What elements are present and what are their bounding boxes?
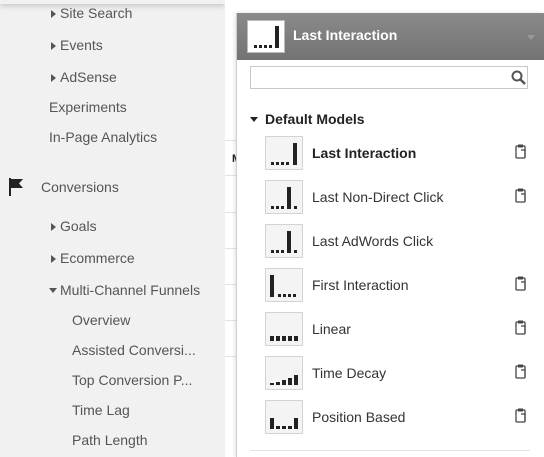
last-interaction-icon [265,136,303,170]
sidebar-item-label: Multi-Channel Funnels [60,282,201,298]
model-item-position-based[interactable]: Position Based [265,400,533,438]
chevron-right-icon [51,74,56,82]
model-label: Last Interaction [312,145,417,161]
model-item-time-decay[interactable]: Time Decay [265,356,533,394]
sidebar-item-label: In-Page Analytics [49,129,158,145]
copy-icon[interactable] [515,320,527,335]
model-label: Last Non-Direct Click [312,189,444,205]
model-label: Time Decay [312,365,387,381]
sidebar-item-label: Path Length [72,432,148,448]
copy-icon[interactable] [515,188,527,203]
first-interaction-icon [265,268,303,302]
sidebar-item-label: Goals [60,218,97,234]
model-item-last-adwords-click[interactable]: Last AdWords Click [265,224,533,262]
default-models-group[interactable]: Default Models [250,111,365,127]
divider [250,450,530,451]
model-label: Position Based [312,409,406,425]
model-label: First Interaction [312,277,409,293]
model-item-first-interaction[interactable]: First Interaction [265,268,533,306]
selected-model-title: Last Interaction [293,27,398,43]
sidebar-item-label: Overview [72,312,131,328]
model-item-last-interaction[interactable]: Last Interaction [265,136,533,174]
chevron-down-icon [49,288,57,293]
model-search-input[interactable] [250,66,528,89]
chevron-right-icon [51,10,56,18]
sidebar-item-label: Site Search [60,5,133,21]
sidebar-nav: Site Search Events AdSense Experiments I… [0,0,225,457]
time-decay-icon [265,356,303,390]
copy-icon[interactable] [515,144,527,159]
model-item-linear[interactable]: Linear [265,312,533,350]
sidebar-item-label: Experiments [49,99,127,115]
sidebar-section-conversions[interactable]: Conversions [0,177,225,197]
copy-icon[interactable] [515,276,527,291]
position-based-icon [265,400,303,434]
sidebar-item-label: Events [60,37,103,53]
chevron-right-icon [51,255,56,263]
attribution-model-dropdown: Last Interaction Default Models Last Int… [236,13,544,457]
sidebar-item-label: AdSense [60,69,117,85]
model-label: Last AdWords Click [312,233,434,249]
chevron-down-icon [250,117,258,122]
sidebar-item-path-length[interactable]: Path Length [0,431,225,449]
chevron-down-icon [527,35,535,40]
sidebar-item-overview[interactable]: Overview [0,311,225,329]
sidebar-item-label: Top Conversion P... [72,372,193,388]
sidebar-item-adsense[interactable]: AdSense [0,68,225,86]
last-adwords-click-icon [265,224,303,258]
model-item-last-non-direct-click[interactable]: Last Non-Direct Click [265,180,533,218]
sidebar-item-events[interactable]: Events [0,36,225,54]
linear-icon [265,312,303,346]
copy-icon[interactable] [515,364,527,379]
sidebar-item-experiments[interactable]: Experiments [0,98,225,116]
sidebar-item-time-lag[interactable]: Time Lag [0,401,225,419]
sidebar-item-multi-channel-funnels[interactable]: Multi-Channel Funnels [0,281,225,299]
sidebar-item-ecommerce[interactable]: Ecommerce [0,249,225,267]
sidebar-item-label: Conversions [41,179,119,195]
sidebar-item-assisted-conversions[interactable]: Assisted Conversi... [0,341,225,359]
last-interaction-icon [247,20,285,53]
sidebar-item-site-search[interactable]: Site Search [0,4,225,22]
search-icon[interactable] [511,70,526,85]
model-label: Linear [312,321,351,337]
sidebar-item-label: Assisted Conversi... [72,342,196,358]
chevron-right-icon [51,223,56,231]
last-non-direct-click-icon [265,180,303,214]
sidebar-item-label: Ecommerce [60,250,135,266]
copy-icon[interactable] [515,408,527,423]
model-selector-header[interactable]: Last Interaction [237,13,544,60]
sidebar-item-in-page-analytics[interactable]: In-Page Analytics [0,128,225,146]
group-title-label: Default Models [265,111,365,127]
sidebar-item-label: Time Lag [72,402,130,418]
flag-icon [9,178,23,196]
sidebar-item-goals[interactable]: Goals [0,217,225,235]
sidebar-item-top-conversion-paths[interactable]: Top Conversion P... [0,371,225,389]
chevron-right-icon [51,42,56,50]
